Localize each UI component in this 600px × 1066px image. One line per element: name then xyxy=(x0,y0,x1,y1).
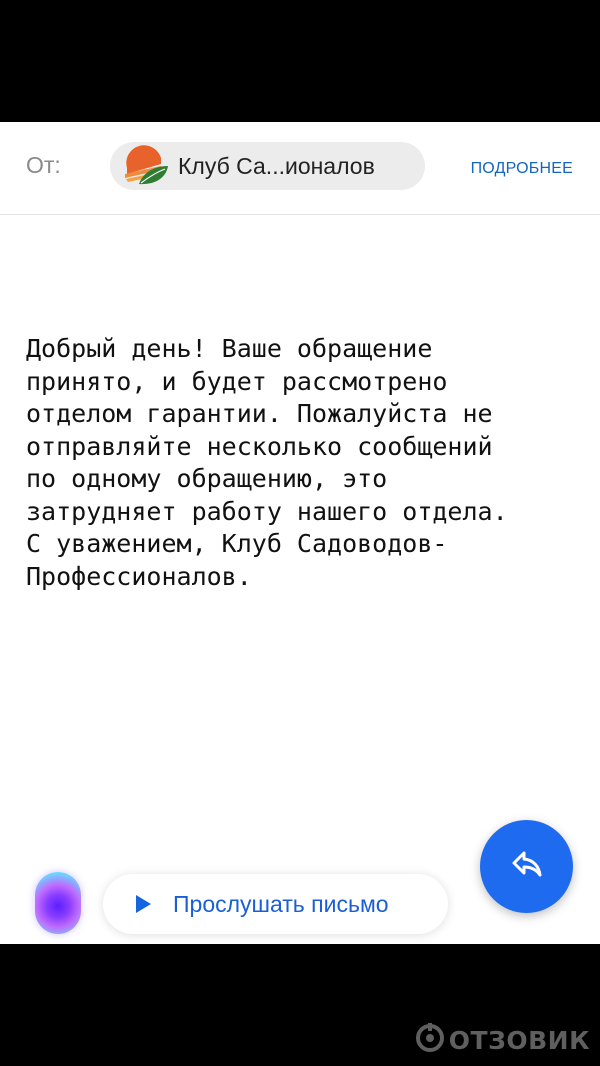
watermark-text: ОТЗОВИК xyxy=(448,1026,590,1055)
reply-icon xyxy=(510,849,544,884)
mail-screen: От: Клуб Са...ионалов ПОДРОБНЕЕ Добрый д… xyxy=(0,122,600,944)
mail-header: От: Клуб Са...ионалов ПОДРОБНЕЕ xyxy=(0,122,600,215)
watermark: ОТЗОВИК xyxy=(415,1023,590,1058)
page: От: Клуб Са...ионалов ПОДРОБНЕЕ Добрый д… xyxy=(0,0,600,1066)
reply-button[interactable] xyxy=(480,820,573,913)
from-label: От: xyxy=(26,152,61,178)
play-icon xyxy=(136,895,151,913)
sender-logo-icon xyxy=(118,142,174,190)
listen-letter-button[interactable]: Прослушать письмо xyxy=(103,874,448,934)
watermark-logo-icon xyxy=(415,1023,445,1058)
message-body: Добрый день! Ваше обращение принято, и б… xyxy=(26,334,508,591)
listen-letter-label: Прослушать письмо xyxy=(173,890,389,917)
details-link[interactable]: ПОДРОБНЕЕ xyxy=(471,160,573,178)
sender-name: Клуб Са...ионалов xyxy=(178,152,375,179)
sender-chip[interactable]: Клуб Са...ионалов xyxy=(110,142,425,190)
voice-assistant-icon[interactable] xyxy=(35,872,81,934)
